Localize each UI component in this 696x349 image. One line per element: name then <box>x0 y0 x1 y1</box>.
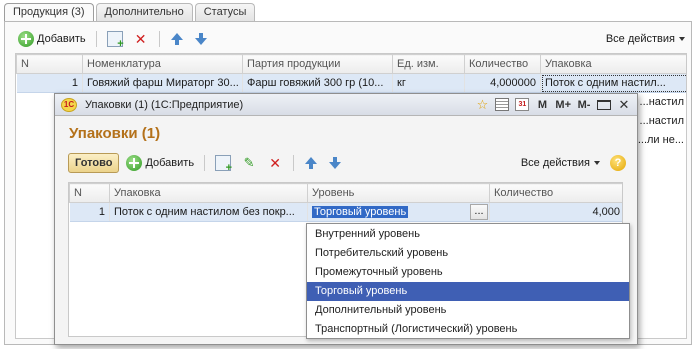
all-actions-label: Все действия <box>605 33 675 45</box>
dropdown-option[interactable]: Внутренний уровень <box>307 225 629 244</box>
select-level-button[interactable]: ... <box>470 204 488 220</box>
add-button-label: Добавить <box>37 33 86 45</box>
move-up-button[interactable] <box>301 153 321 173</box>
copy-icon <box>106 31 124 50</box>
column-header-level[interactable]: Уровень <box>307 183 490 203</box>
column-header-batch[interactable]: Партия продукции <box>242 54 393 74</box>
move-up-button[interactable] <box>167 29 187 49</box>
restore-window-icon[interactable] <box>597 99 611 110</box>
column-header-n[interactable]: N <box>16 54 83 74</box>
toolbar-separator <box>204 155 206 171</box>
calendar-icon[interactable]: 31 <box>515 98 530 111</box>
arrow-up-icon <box>304 155 318 171</box>
column-header-package[interactable]: Упаковка <box>109 183 308 203</box>
pencil-icon: ✎ <box>243 155 255 170</box>
add-icon <box>126 155 143 171</box>
delete-icon: ✕ <box>269 155 281 171</box>
column-header-quantity[interactable]: Количество <box>489 183 622 203</box>
window-titlebar: 1С Упаковки (1) (1С:Предприятие) ☆ 31 M … <box>55 94 637 116</box>
row-number: 1 <box>16 73 83 93</box>
add-button[interactable]: Добавить <box>123 153 197 173</box>
level-dropdown-list: Внутренний уровень Потребительский урове… <box>306 223 630 339</box>
copy-button[interactable] <box>212 153 234 174</box>
1c-logo-icon: 1С <box>61 97 77 112</box>
toolbar-separator <box>293 155 295 171</box>
quantity-cell[interactable]: 4,000 <box>489 202 622 222</box>
titlebar-buttons: ☆ 31 M M+ M- ✕ <box>475 97 631 113</box>
nomenclature-cell[interactable]: Говяжий фарш Мираторг 30... <box>82 73 243 93</box>
move-down-button[interactable] <box>325 153 345 173</box>
delete-button[interactable]: ✕ <box>264 153 286 173</box>
column-header-package[interactable]: Упаковка <box>540 54 686 74</box>
memory-minus-button[interactable]: M- <box>577 99 591 111</box>
dropdown-option[interactable]: Промежуточный уровень <box>307 263 629 282</box>
table-row[interactable]: 1 Поток с одним настилом без покр... Тор… <box>69 202 622 222</box>
dropdown-option[interactable]: Потребительский уровень <box>307 244 629 263</box>
column-header-nomenclature[interactable]: Номенклатура <box>82 54 243 74</box>
window-title: Упаковки (1) (1С:Предприятие) <box>85 98 244 111</box>
toolbar-separator <box>95 31 97 47</box>
chevron-down-icon <box>679 37 685 44</box>
column-header-quantity[interactable]: Количество <box>464 54 541 74</box>
delete-icon: ✕ <box>134 31 147 47</box>
arrow-up-icon <box>170 31 184 47</box>
all-actions-label: Все действия <box>520 157 590 169</box>
packages-toolbar: Готово Добавить ✎ ✕ Все действия ? <box>68 152 628 174</box>
row-number: 1 <box>69 202 110 222</box>
products-toolbar: Добавить ✕ Все действия <box>15 28 687 50</box>
table-header-row: N Номенклатура Партия продукции Ед. изм.… <box>16 54 686 74</box>
level-input-value[interactable]: Торговый уровень <box>312 206 409 218</box>
dropdown-option-selected[interactable]: Торговый уровень <box>307 282 629 301</box>
help-icon[interactable]: ? <box>610 155 626 171</box>
column-header-n[interactable]: N <box>69 183 110 203</box>
edit-button[interactable]: ✎ <box>238 153 260 173</box>
arrow-down-icon <box>194 31 208 47</box>
all-actions-menu[interactable]: Все действия <box>606 33 687 45</box>
level-cell[interactable]: Торговый уровень ... <box>307 202 490 222</box>
table-header-row: N Упаковка Уровень Количество <box>69 183 622 203</box>
add-button-label: Добавить <box>145 157 195 169</box>
page-title: Упаковки (1) <box>69 125 161 142</box>
arrow-down-icon <box>328 155 342 171</box>
calculator-icon[interactable] <box>495 98 510 111</box>
table-row[interactable]: 1 Говяжий фарш Мираторг 30... Фарш говяж… <box>16 73 686 93</box>
all-actions-menu[interactable]: Все действия ? <box>521 155 628 171</box>
add-button[interactable]: Добавить <box>15 29 89 49</box>
memory-plus-button[interactable]: M+ <box>555 99 571 111</box>
quantity-cell[interactable]: 4,000000 <box>464 73 541 93</box>
done-button[interactable]: Готово <box>68 153 120 173</box>
column-header-unit[interactable]: Ед. изм. <box>392 54 465 74</box>
dropdown-option[interactable]: Дополнительный уровень <box>307 301 629 320</box>
add-icon <box>18 31 34 47</box>
copy-icon <box>215 155 232 174</box>
level-input[interactable]: Торговый уровень ... <box>312 204 488 221</box>
package-cell[interactable]: Поток с одним настил... <box>540 73 686 93</box>
tab-products[interactable]: Продукция (3) <box>4 3 94 22</box>
package-cell[interactable]: Поток с одним настилом без покр... <box>109 202 308 222</box>
toolbar-separator <box>158 31 160 47</box>
dropdown-option[interactable]: Транспортный (Логистический) уровень <box>307 320 629 339</box>
close-icon[interactable]: ✕ <box>617 97 631 113</box>
unit-cell[interactable]: кг <box>392 73 465 93</box>
batch-cell[interactable]: Фарш говяжий 300 гр (10... <box>242 73 393 93</box>
copy-button[interactable] <box>104 29 126 50</box>
tab-statuses[interactable]: Статусы <box>194 3 256 22</box>
delete-button[interactable]: ✕ <box>130 29 152 49</box>
memory-button[interactable]: M <box>535 99 549 111</box>
tab-additional[interactable]: Дополнительно <box>95 3 193 22</box>
move-down-button[interactable] <box>191 29 211 49</box>
chevron-down-icon <box>594 161 600 168</box>
tab-bar: Продукция (3) Дополнительно Статусы <box>4 3 256 22</box>
favorite-star-icon[interactable]: ☆ <box>475 97 489 113</box>
